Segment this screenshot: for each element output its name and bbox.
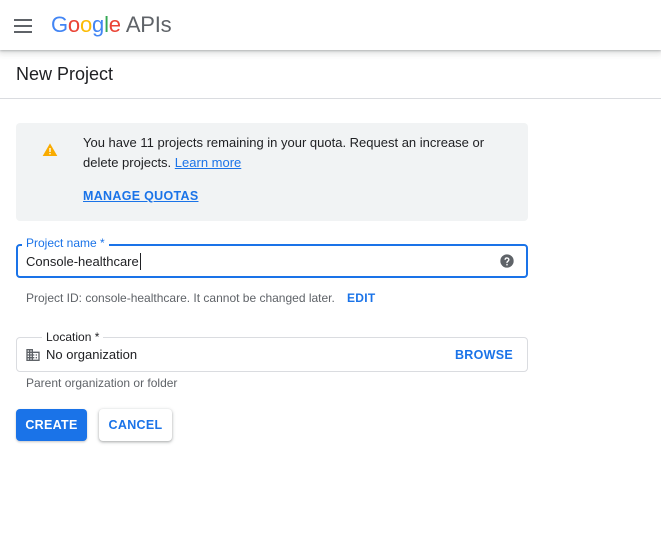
- browse-button[interactable]: BROWSE: [455, 348, 513, 362]
- quota-message: You have 11 projects remaining in your q…: [83, 135, 485, 170]
- project-name-label: Project name *: [22, 236, 109, 250]
- text-cursor: [139, 253, 141, 270]
- quota-message-block: You have 11 projects remaining in your q…: [83, 133, 513, 173]
- edit-project-id-button[interactable]: EDIT: [347, 291, 376, 305]
- page-header: New Project: [0, 50, 661, 99]
- google-apis-logo[interactable]: Google APIs: [51, 12, 172, 38]
- help-icon[interactable]: [499, 253, 515, 269]
- logo-letter: e: [108, 12, 121, 37]
- top-app-bar: Google APIs: [0, 0, 661, 50]
- logo-letter: g: [92, 12, 105, 37]
- quota-notice: You have 11 projects remaining in your q…: [16, 123, 528, 221]
- project-id-text: Project ID: console-healthcare. It canno…: [26, 291, 335, 305]
- page-title: New Project: [16, 64, 114, 84]
- warning-icon: [42, 143, 58, 156]
- organization-icon: [26, 349, 40, 361]
- logo-letter: o: [79, 12, 93, 37]
- learn-more-link[interactable]: Learn more: [175, 155, 241, 170]
- manage-quotas-link[interactable]: MANAGE QUOTAS: [83, 189, 198, 203]
- location-label: Location *: [42, 330, 104, 344]
- project-name-input[interactable]: [26, 251, 486, 271]
- create-button[interactable]: CREATE: [16, 409, 87, 441]
- location-value: No organization: [46, 347, 138, 362]
- logo-letter: G: [51, 12, 68, 37]
- logo-letter: o: [67, 12, 80, 37]
- location-helper-text: Parent organization or folder: [26, 376, 178, 390]
- cancel-button[interactable]: CANCEL: [99, 409, 172, 441]
- hamburger-menu-icon[interactable]: [9, 11, 37, 39]
- logo-suffix: APIs: [125, 12, 172, 37]
